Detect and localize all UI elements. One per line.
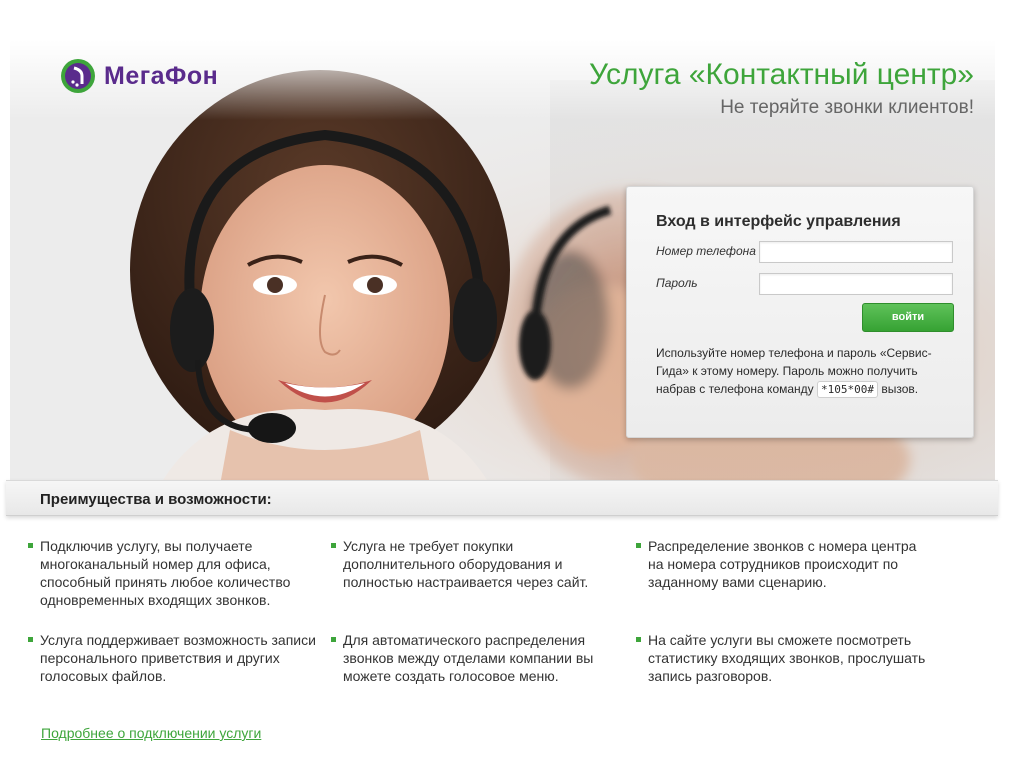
bullet-icon	[28, 543, 33, 548]
advantages-bar: Преимущества и возможности:	[6, 480, 998, 516]
advantages-title: Преимущества и возможности:	[40, 491, 272, 508]
megafon-logo[interactable]: МегаФон	[60, 58, 218, 94]
bullet-icon	[636, 543, 641, 548]
feature-item: Услуга поддерживает возможность записи п…	[28, 631, 320, 685]
feature-item: Распределение звонков с номера центра на…	[636, 537, 926, 591]
phone-input[interactable]	[759, 241, 953, 263]
password-label: Пароль	[656, 276, 698, 290]
ussd-code: *105*00#	[817, 381, 878, 398]
phone-label: Номер телефона	[656, 244, 756, 258]
service-subtitle: Не теряйте звонки клиентов!	[720, 97, 974, 118]
login-hint: Используйте номер телефона и пароль «Сер…	[656, 344, 956, 398]
bullet-icon	[28, 637, 33, 642]
more-info-link[interactable]: Подробнее о подключении услуги	[41, 725, 261, 741]
login-button[interactable]: войти	[862, 303, 954, 332]
bullet-icon	[636, 637, 641, 642]
login-title: Вход в интерфейс управления	[656, 213, 901, 230]
password-input[interactable]	[759, 273, 953, 295]
megafon-logo-icon	[61, 59, 95, 93]
bullet-icon	[331, 543, 336, 548]
feature-item: Для автоматического распределения звонко…	[331, 631, 607, 685]
feature-item: На сайте услуги вы сможете посмотреть ст…	[636, 631, 928, 685]
brand-name: МегаФон	[104, 61, 219, 90]
login-hint-end: вызов.	[881, 382, 919, 396]
login-panel: Вход в интерфейс управления Номер телефо…	[626, 186, 974, 438]
feature-item: Подключив услугу, вы получаете многокана…	[28, 537, 303, 609]
service-title: Услуга «Контактный центр»	[589, 58, 974, 91]
bullet-icon	[331, 637, 336, 642]
feature-item: Услуга не требует покупки дополнительног…	[331, 537, 601, 591]
